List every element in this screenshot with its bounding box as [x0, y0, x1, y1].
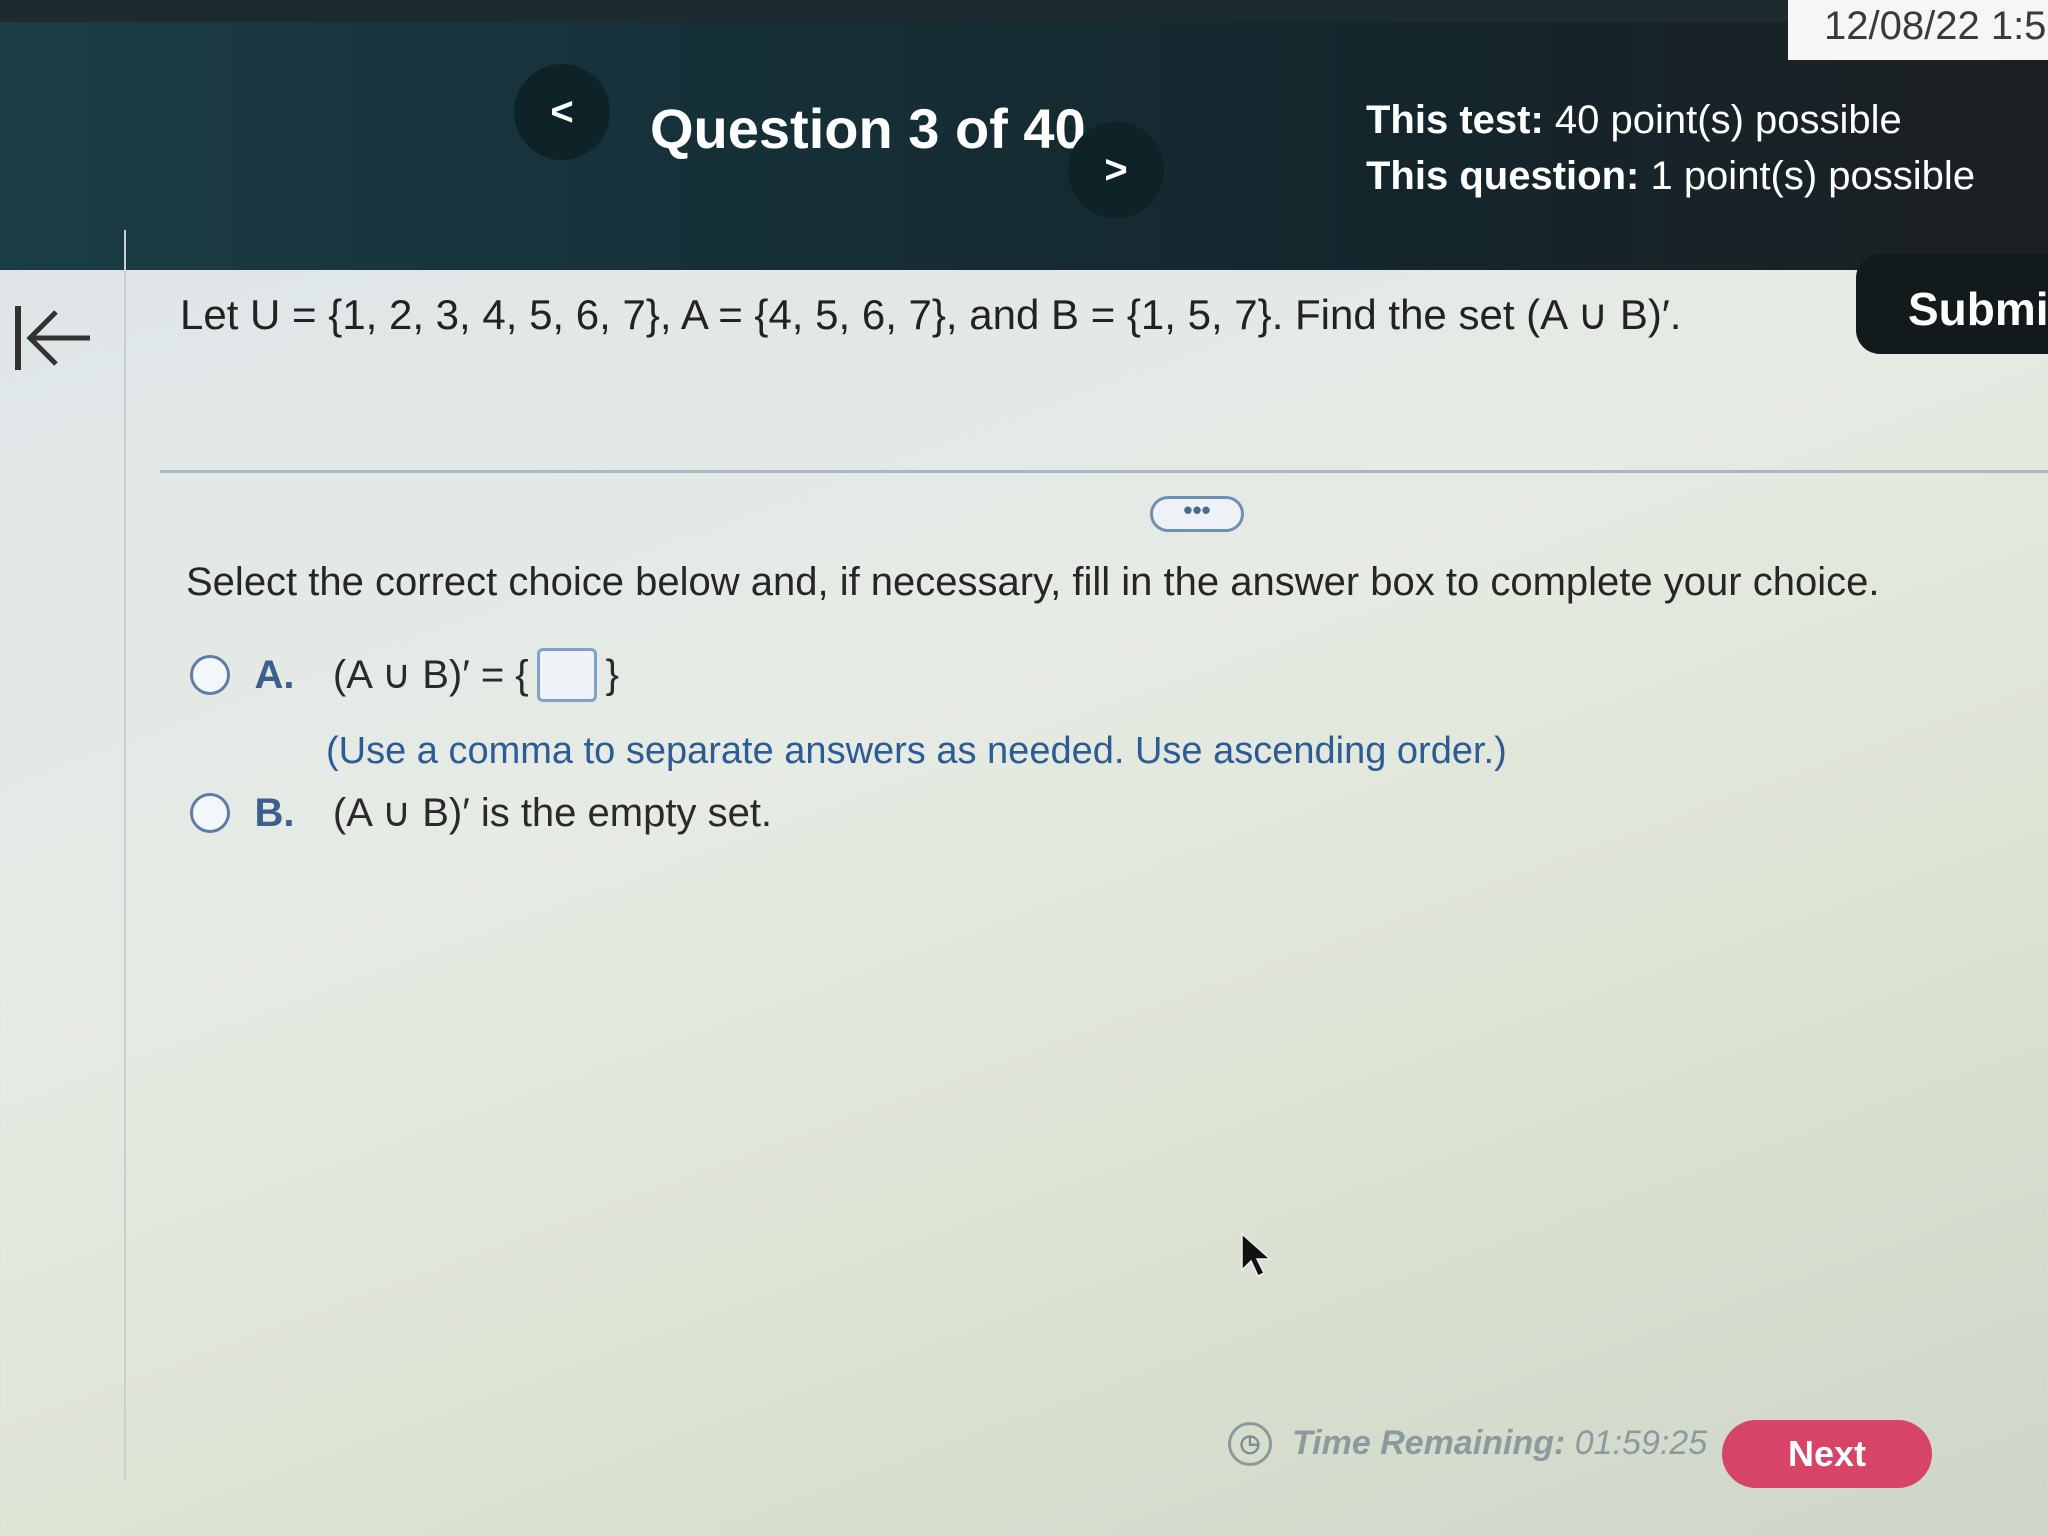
time-remaining: Time Remaining: 01:59:25 [1292, 1424, 1707, 1463]
previous-question-button[interactable]: < [514, 64, 610, 160]
next-question-button[interactable]: > [1068, 122, 1164, 218]
timer-value: 01:59:25 [1574, 1424, 1708, 1462]
clock-icon: ◷ [1228, 1422, 1272, 1466]
test-points-label: This test: [1366, 98, 1544, 142]
chevron-left-icon: < [550, 89, 574, 134]
test-points-value: 40 point(s) possible [1554, 98, 1902, 142]
chevron-right-icon: > [1104, 147, 1128, 192]
answer-input[interactable] [537, 648, 598, 702]
more-options-button[interactable]: ••• [1150, 496, 1244, 532]
timer-label: Time Remaining: [1292, 1424, 1566, 1462]
question-title: Question 3 of 40 [650, 97, 1086, 160]
choice-b[interactable]: B. (A ∪ B)′ is the empty set. [190, 790, 772, 836]
choice-a-radio[interactable] [190, 655, 230, 695]
choice-b-radio[interactable] [190, 793, 230, 833]
system-datetime: 12/08/22 1:57 P [1788, 0, 2048, 60]
choice-a-hint: (Use a comma to separate answers as need… [326, 730, 1507, 772]
choice-a-expression-prefix: (A ∪ B)′ = { [332, 653, 529, 697]
top-strip [0, 0, 2048, 22]
instruction-text: Select the correct choice below and, if … [186, 560, 1880, 604]
submit-button[interactable]: Submit [1856, 254, 2048, 354]
problem-statement: Let U = {1, 2, 3, 4, 5, 6, 7}, A = {4, 5… [180, 291, 1682, 338]
collapse-panel-icon[interactable] [10, 296, 94, 380]
left-panel-divider [124, 230, 126, 1480]
question-points-label: This question: [1366, 154, 1640, 198]
points-info: This test: 40 point(s) possible This que… [1366, 92, 1975, 204]
choice-b-expression: (A ∪ B)′ is the empty set. [332, 791, 773, 835]
choice-a-expression-suffix: } [605, 652, 619, 697]
mouse-cursor-icon [1241, 1232, 1272, 1278]
question-points-value: 1 point(s) possible [1650, 154, 1976, 198]
next-button[interactable]: Next [1722, 1420, 1932, 1488]
choice-a[interactable]: A. (A ∪ B)′ = { } [190, 648, 619, 702]
choice-a-letter: A. [254, 652, 295, 697]
section-divider [160, 470, 2048, 473]
choice-b-letter: B. [254, 790, 295, 835]
